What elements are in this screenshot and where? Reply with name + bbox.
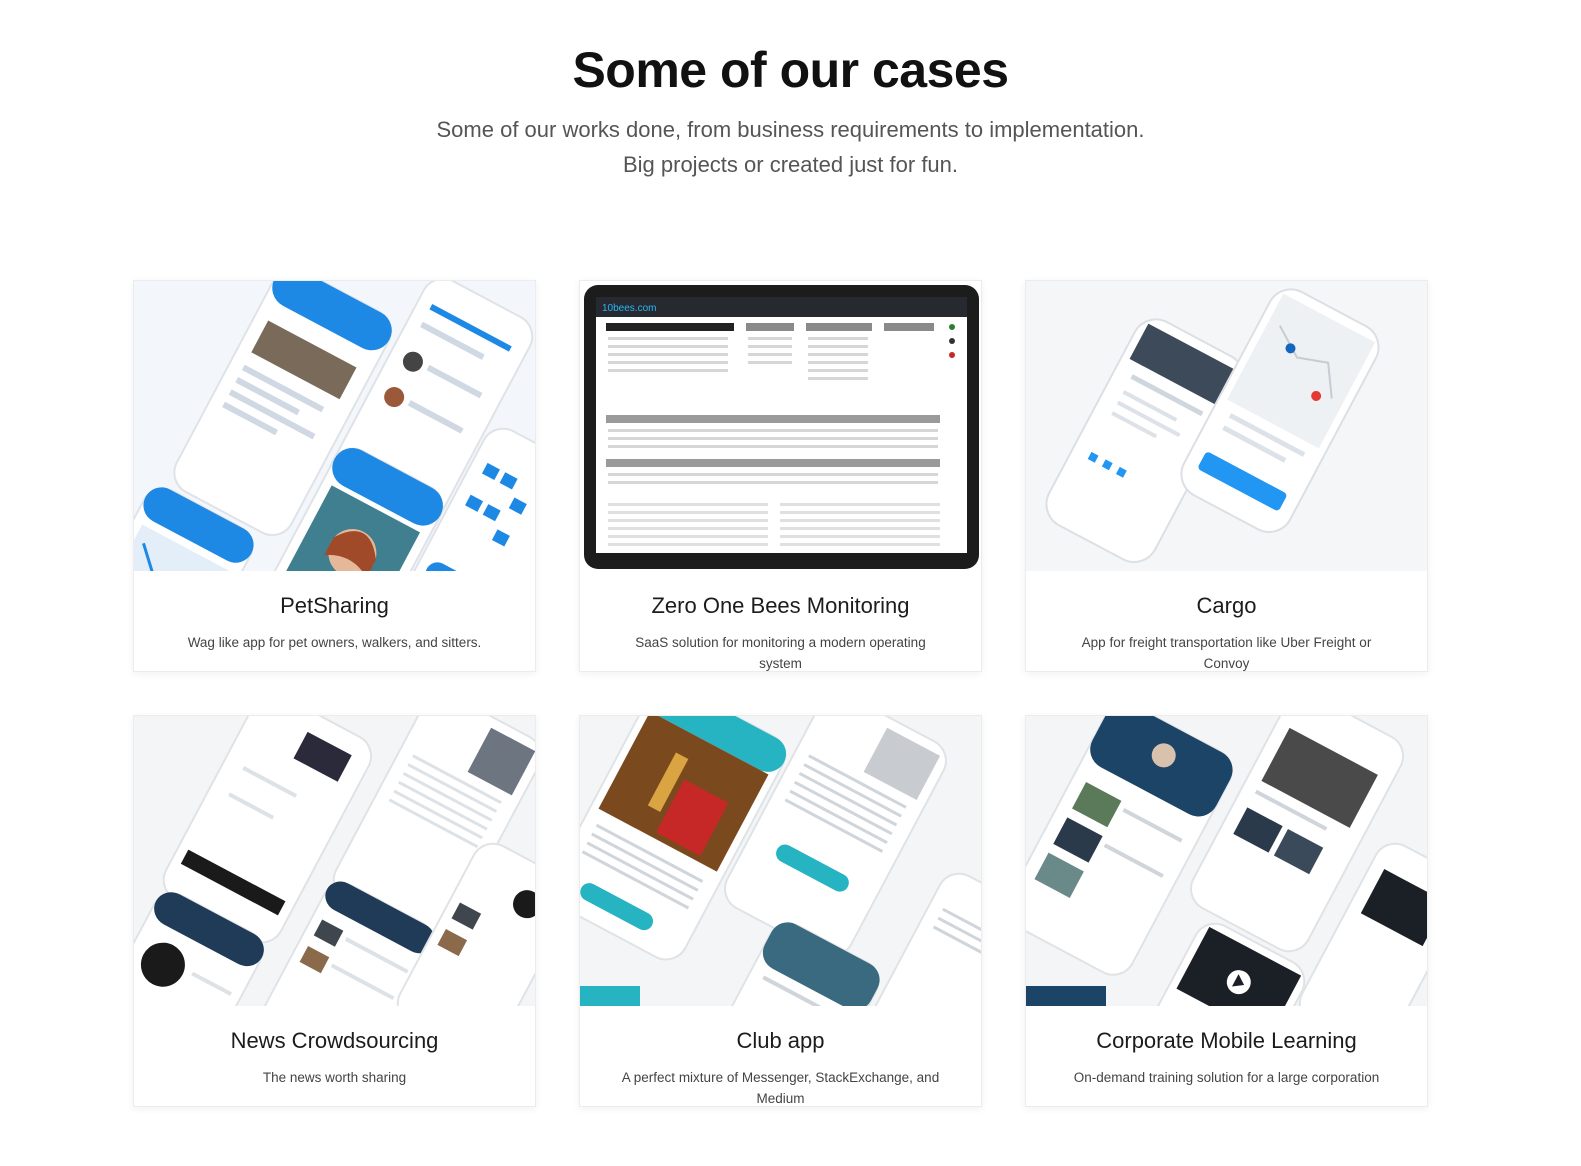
case-title: PetSharing xyxy=(280,593,389,618)
case-title: Corporate Mobile Learning xyxy=(1096,1028,1357,1053)
section-header: Some of our cases Some of our works done… xyxy=(0,40,1581,182)
case-title: Cargo xyxy=(1196,593,1257,618)
subtitle-line-2: Big projects or created just for fun. xyxy=(622,152,959,177)
case-card-club-app[interactable]: Club app A perfect mixture of Messenger,… xyxy=(579,715,982,1107)
cases-grid: PetSharing Wag like app for pet owners, … xyxy=(133,280,1429,1107)
case-image-zero-one-bees: 10bees.com xyxy=(580,281,981,571)
case-card-zero-one-bees[interactable]: 10bees.com Zero One Bees Monitoring SaaS… xyxy=(579,280,982,672)
case-card-petsharing[interactable]: PetSharing Wag like app for pet owners, … xyxy=(133,280,536,672)
page-subtitle: Some of our works done, from business re… xyxy=(0,112,1581,182)
case-card-cargo[interactable]: Cargo App for freight transportation lik… xyxy=(1025,280,1428,672)
case-title: Zero One Bees Monitoring xyxy=(651,593,910,618)
case-description: SaaS solution for monitoring a modern op… xyxy=(635,635,926,671)
case-image-corporate-mobile-learning xyxy=(1026,716,1427,1006)
case-image-club-app xyxy=(580,716,981,1006)
case-image-news-crowdsourcing xyxy=(134,716,535,1006)
case-description: The news worth sharing xyxy=(262,1070,407,1085)
case-card-news-crowdsourcing[interactable]: News Crowdsourcing The news worth sharin… xyxy=(133,715,536,1107)
case-image-cargo xyxy=(1026,281,1427,571)
case-description: A perfect mixture of Messenger, StackExc… xyxy=(621,1070,940,1106)
case-description: App for freight transportation like Uber… xyxy=(1081,635,1372,671)
case-card-corporate-mobile-learning[interactable]: Corporate Mobile Learning On-demand trai… xyxy=(1025,715,1428,1107)
case-title: Club app xyxy=(736,1028,825,1053)
case-image-petsharing xyxy=(134,281,535,571)
case-description: On-demand training solution for a large … xyxy=(1073,1070,1380,1085)
page-title: Some of our cases xyxy=(572,42,1009,98)
tablet-brand: 10bees.com xyxy=(602,303,656,314)
case-title: News Crowdsourcing xyxy=(230,1028,439,1053)
subtitle-line-1: Some of our works done, from business re… xyxy=(436,117,1145,142)
case-description: Wag like app for pet owners, walkers, an… xyxy=(187,635,482,650)
